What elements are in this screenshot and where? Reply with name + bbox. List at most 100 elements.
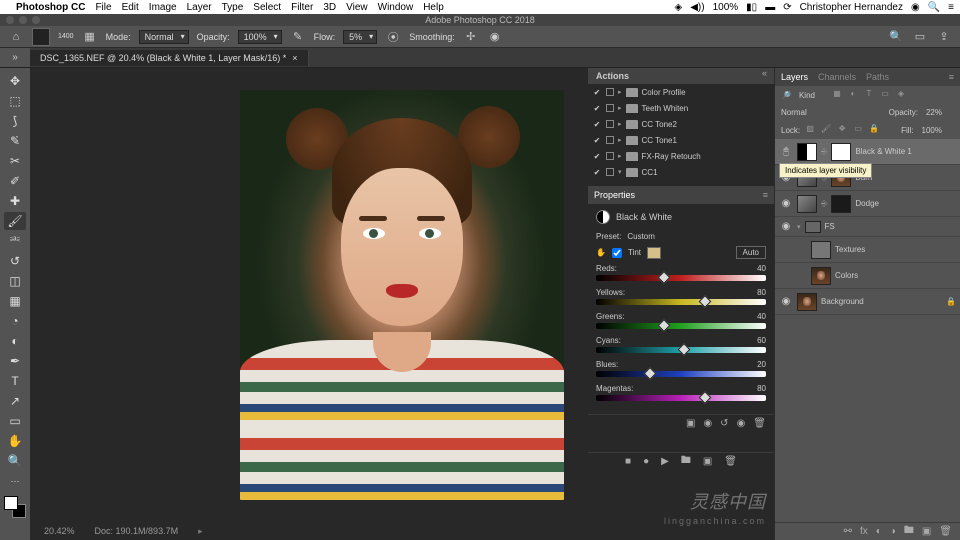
link-layers-icon[interactable]: ⚯ — [844, 526, 852, 537]
user-name[interactable]: Christopher Hernandez — [800, 2, 903, 13]
lock-transparent-icon[interactable]: ▨ — [804, 124, 816, 136]
layer-name[interactable]: Colors — [835, 271, 858, 280]
dodge-tool[interactable]: ◐ — [4, 332, 26, 350]
move-tool[interactable]: ✥ — [4, 72, 26, 90]
new-action-icon[interactable]: ▣ — [703, 456, 712, 467]
fill-input[interactable]: 100% — [918, 125, 954, 136]
filter-smart-icon[interactable]: ◈ — [895, 89, 907, 101]
greens-slider[interactable]: Greens:40 — [596, 312, 766, 329]
new-set-icon[interactable]: 🖿 — [681, 453, 691, 470]
foreground-color[interactable] — [4, 496, 18, 510]
menu-view[interactable]: View — [346, 2, 368, 13]
document-canvas[interactable] — [240, 90, 564, 500]
sync-icon[interactable]: ⟳ — [783, 2, 791, 13]
share-icon[interactable]: ⇪ — [936, 29, 952, 45]
paths-tab[interactable]: Paths — [866, 72, 889, 82]
lock-artboard-icon[interactable]: ▭ — [852, 124, 864, 136]
workspace-icon[interactable]: ▭ — [912, 29, 928, 45]
menu-edit[interactable]: Edit — [122, 2, 139, 13]
gradient-tool[interactable]: ▦ — [4, 292, 26, 310]
layer-row[interactable]: ◉ Background 🔒 — [775, 289, 960, 315]
adjustment-thumb[interactable] — [797, 195, 817, 213]
quick-select-tool[interactable]: ✎̇ — [4, 132, 26, 150]
filter-type-icon[interactable]: T — [863, 89, 875, 101]
action-row[interactable]: ✔▸FX-Ray Retouch — [588, 148, 774, 164]
home-icon[interactable]: ⌂ — [8, 29, 24, 45]
visibility-toggle[interactable]: ◉ — [779, 198, 793, 209]
visibility-toggle[interactable]: ◉ — [779, 296, 793, 307]
mode-select[interactable]: Normal — [139, 30, 189, 44]
lock-all-icon[interactable]: 🔒 — [868, 124, 880, 136]
tint-checkbox[interactable] — [612, 248, 622, 258]
menu-3d[interactable]: 3D — [323, 2, 336, 13]
action-row[interactable]: ✔▸Color Profile — [588, 84, 774, 100]
blur-tool[interactable]: ◔ — [4, 312, 26, 330]
actions-panel-header[interactable]: Actions — [588, 68, 774, 84]
layers-tab[interactable]: Layers — [781, 72, 808, 82]
hand-tool-icon[interactable]: ✋ — [596, 248, 606, 257]
eyedropper-tool[interactable]: ✐ — [4, 172, 26, 190]
type-tool[interactable]: T — [4, 372, 26, 390]
document-tab[interactable]: DSC_1365.NEF @ 20.4% (Black & White 1, L… — [30, 50, 309, 66]
mask-thumb[interactable] — [831, 195, 851, 213]
tint-color-swatch[interactable] — [647, 247, 661, 259]
menu-filter[interactable]: Filter — [291, 2, 313, 13]
collapse-toolbar-icon[interactable]: » — [0, 48, 30, 67]
magentas-slider[interactable]: Magentas:80 — [596, 384, 766, 401]
flow-input[interactable]: 5% — [343, 30, 377, 44]
crop-tool[interactable]: ✂ — [4, 152, 26, 170]
search-icon[interactable]: 🔍 — [888, 29, 904, 45]
minimize-window-button[interactable] — [19, 16, 27, 24]
layer-thumb[interactable] — [797, 293, 817, 311]
play-icon[interactable]: ▶ — [661, 456, 669, 467]
channels-tab[interactable]: Channels — [818, 72, 856, 82]
path-tool[interactable]: ↗ — [4, 392, 26, 410]
healing-tool[interactable]: ✚ — [4, 192, 26, 210]
history-brush-tool[interactable]: ↺ — [4, 252, 26, 270]
layer-mask-icon[interactable]: ◐ — [876, 526, 882, 537]
hand-tool[interactable]: ✋ — [4, 432, 26, 450]
layer-name[interactable]: FS — [825, 222, 835, 231]
layer-fx-icon[interactable]: fx — [860, 526, 868, 537]
action-row[interactable]: ✔▸CC Tone2 — [588, 116, 774, 132]
layer-name[interactable]: Textures — [835, 245, 865, 254]
menu-type[interactable]: Type — [222, 2, 244, 13]
yellows-slider[interactable]: Yellows:80 — [596, 288, 766, 305]
delete-action-icon[interactable]: 🗑 — [724, 456, 737, 467]
brush-size[interactable]: 1400 — [58, 33, 74, 40]
filter-adjust-icon[interactable]: ◐ — [847, 89, 859, 101]
lasso-tool[interactable]: ⟆ — [4, 112, 26, 130]
view-previous-icon[interactable]: ◉ — [703, 418, 712, 429]
layer-row[interactable]: Colors — [775, 263, 960, 289]
filter-icon[interactable]: 🔎 — [781, 91, 791, 100]
adjustment-thumb[interactable] — [797, 143, 817, 161]
filter-kind-select[interactable]: Kind — [795, 90, 827, 101]
layer-group-row[interactable]: ◉ ▾ FS — [775, 217, 960, 237]
blues-slider[interactable]: Blues:20 — [596, 360, 766, 377]
battery-icon[interactable]: ▮▯ — [746, 2, 757, 13]
app-name[interactable]: Photoshop CC — [16, 2, 85, 13]
zoom-window-button[interactable] — [32, 16, 40, 24]
siri-icon[interactable]: ◉ — [911, 2, 920, 13]
close-tab-icon[interactable]: × — [292, 53, 297, 63]
zoom-tool[interactable]: 🔍 — [4, 452, 26, 470]
opacity-input[interactable]: 100% — [238, 30, 282, 44]
actions-collapse-icon[interactable]: « — [762, 68, 774, 78]
shape-tool[interactable]: ▭ — [4, 412, 26, 430]
delete-adjustment-icon[interactable]: 🗑 — [753, 418, 766, 429]
pressure-size-icon[interactable]: ◉ — [487, 29, 503, 45]
record-icon[interactable]: ● — [643, 456, 649, 467]
action-row[interactable]: ✔▸Teeth Whiten — [588, 100, 774, 116]
reset-icon[interactable]: ↺ — [720, 418, 728, 429]
marquee-tool[interactable]: ⬚ — [4, 92, 26, 110]
stop-icon[interactable]: ■ — [625, 456, 631, 467]
zoom-level[interactable]: 20.42% — [44, 526, 75, 536]
layers-menu-icon[interactable]: ≡ — [949, 72, 954, 82]
layer-row[interactable]: 🖰 ⎆ Black & White 1 — [775, 139, 960, 165]
action-row[interactable]: ✔▾CC1 — [588, 164, 774, 180]
properties-panel-header[interactable]: Properties ≡ — [588, 186, 774, 204]
new-group-icon[interactable]: 🖿 — [904, 523, 914, 540]
brush-preview[interactable] — [32, 28, 50, 46]
preset-select[interactable]: Custom — [627, 232, 766, 241]
lock-position-icon[interactable]: ✥ — [836, 124, 848, 136]
